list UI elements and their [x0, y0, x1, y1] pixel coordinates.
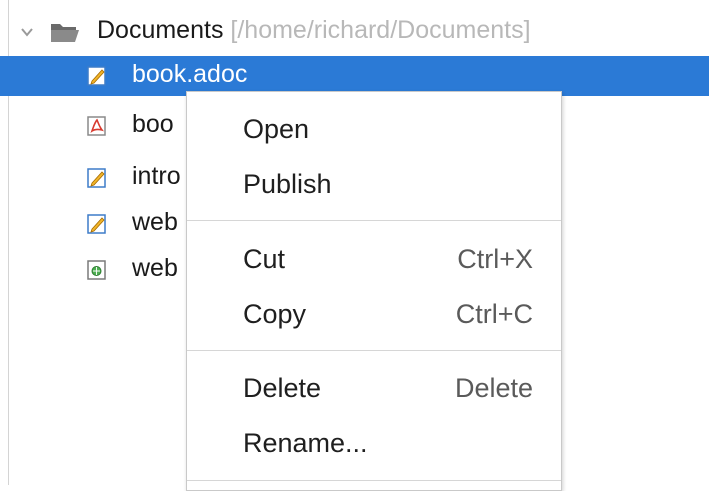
menu-item-label: Delete: [243, 373, 322, 403]
file-label: web: [132, 254, 178, 282]
folder-icon: [51, 24, 79, 42]
menu-item-publish[interactable]: Publish: [187, 159, 561, 209]
context-menu: Open Publish Cut Ctrl+X Copy Ctrl+C Dele…: [186, 91, 562, 491]
menu-separator: [187, 220, 561, 221]
menu-item-open[interactable]: Open: [187, 104, 561, 154]
folder-name: Documents: [97, 16, 224, 44]
file-label: web: [132, 208, 178, 236]
menu-item-shortcut: Delete: [454, 373, 533, 403]
edit-document-icon: [87, 66, 106, 86]
folder-label: Documents [/home/richard/Documents]: [97, 16, 531, 45]
menu-separator: [187, 480, 561, 481]
file-label: book.adoc: [132, 60, 248, 88]
menu-item-rename[interactable]: Rename...: [187, 418, 561, 468]
menu-item-cut[interactable]: Cut Ctrl+X: [187, 234, 561, 284]
file-label: intro: [132, 162, 181, 190]
menu-item-label: Copy: [243, 299, 307, 329]
menu-separator: [187, 350, 561, 351]
web-document-icon: [87, 260, 106, 280]
menu-item-shortcut: Ctrl+C: [455, 299, 533, 329]
menu-item-label: Open: [243, 114, 310, 144]
tree-folder-documents[interactable]: Documents [/home/richard/Documents]: [0, 11, 709, 51]
menu-item-delete[interactable]: Delete Delete: [187, 363, 561, 413]
folder-path: [/home/richard/Documents]: [230, 16, 531, 44]
pdf-icon: [87, 116, 106, 136]
menu-item-label: Rename...: [243, 428, 368, 458]
menu-item-copy[interactable]: Copy Ctrl+C: [187, 289, 561, 339]
edit-document-icon: [87, 168, 106, 188]
menu-item-label: Publish: [243, 169, 332, 199]
chevron-down-icon[interactable]: [20, 25, 34, 39]
file-label: boo: [132, 110, 174, 138]
edit-document-icon: [87, 214, 106, 234]
tree-file-row[interactable]: book.adoc: [0, 56, 709, 96]
menu-item-shortcut: Ctrl+X: [457, 244, 533, 274]
menu-item-label: Cut: [243, 244, 286, 274]
